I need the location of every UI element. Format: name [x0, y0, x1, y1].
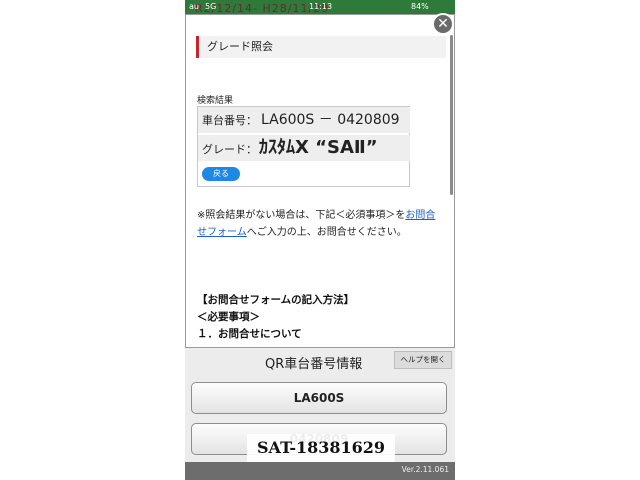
- howto-heading: 【お問合せフォームの記入方法】: [197, 294, 355, 306]
- section-title: グレード照会: [196, 36, 446, 58]
- close-icon[interactable]: ✕: [432, 13, 454, 35]
- chassis-value: LA600S － 0420809: [261, 112, 400, 128]
- chassis-row: 車台番号： LA600S － 0420809: [198, 107, 410, 133]
- qr-title: QR車台番号情報: [265, 357, 363, 372]
- chassis-label: 車台番号：: [202, 114, 257, 127]
- result-label: 検索結果: [197, 96, 234, 106]
- howto-section: 【お問合せフォームの記入方法】 ＜必要事項＞ １．お問合せについて: [197, 292, 442, 343]
- note-prefix: ※照会結果がない場合は、下記＜必須事項＞を: [197, 210, 406, 221]
- qr-header: QR車台番号情報 ヘルプを開く: [185, 350, 455, 374]
- required-heading: ＜必要事項＞: [197, 311, 260, 323]
- carrier-label: au: [189, 2, 199, 11]
- help-button[interactable]: ヘルプを開く: [394, 351, 452, 369]
- grade-row: グレード： ｶｽﾀﾑX “SAⅡ”: [198, 135, 410, 161]
- note-text: ※照会結果がない場合は、下記＜必須事項＞をお問合せフォームへご入力の上、お問合せ…: [197, 207, 442, 241]
- clock: 11:13: [309, 2, 333, 11]
- howto-item-1: １．お問合せについて: [197, 328, 302, 340]
- version-label: Ver.2.11.061: [401, 465, 449, 474]
- network-label: 5G: [205, 2, 217, 11]
- phone-screen: R2/12/14- H28/11/29 au 5G 11:13 84% グレード…: [185, 0, 455, 480]
- overlay-stamp: SAT-18381629: [247, 434, 395, 462]
- grade-inquiry-modal: グレード照会 検索結果 車台番号： LA600S － 0420809 グレード：ｶ…: [185, 14, 455, 348]
- grade-label: グレード：: [202, 143, 257, 156]
- chassis-model-field[interactable]: LA600S: [191, 382, 447, 414]
- modal-scrollbar[interactable]: [450, 35, 453, 195]
- version-bar: Ver.2.11.061: [185, 462, 455, 480]
- battery-label: 84%: [411, 2, 429, 11]
- result-box: 車台番号： LA600S － 0420809 グレード： ｶｽﾀﾑX “SAⅡ” 戻…: [197, 106, 410, 187]
- back-button[interactable]: 戻る: [202, 167, 240, 181]
- grade-value: ｶｽﾀﾑX “SAⅡ”: [259, 137, 378, 158]
- note-suffix: へご入力の上、お問合せください。: [246, 227, 407, 238]
- status-bar: R2/12/14- H28/11/29 au 5G 11:13 84%: [185, 0, 455, 15]
